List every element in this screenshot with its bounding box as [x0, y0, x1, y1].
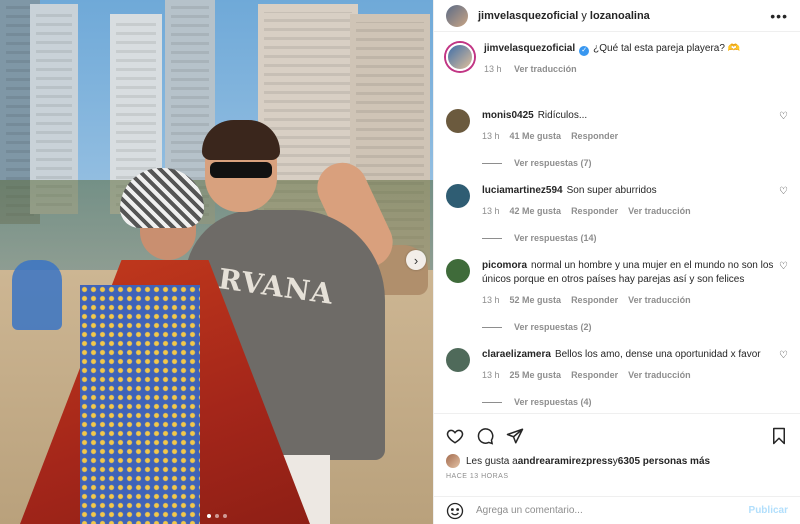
heart-icon[interactable] — [446, 427, 464, 445]
post-actions: Les gusta a andrearamirezpress y 6305 pe… — [434, 413, 800, 523]
post-header: jimvelasquezoficial y lozanoalina ••• — [434, 0, 800, 32]
replies-divider — [482, 237, 502, 239]
comment-text: Bellos los amo, dense una oportunidad x … — [554, 349, 761, 360]
chevron-right-icon: › — [413, 252, 419, 268]
replies-divider — [482, 401, 502, 403]
reply-button[interactable]: Responder — [571, 295, 618, 305]
translate-link[interactable]: Ver traducción — [628, 370, 691, 380]
comment-time: 13 h — [482, 370, 500, 380]
likes-count-link[interactable]: 6305 personas más — [618, 456, 710, 467]
woman-dress — [80, 285, 200, 524]
carousel-dots — [0, 514, 433, 518]
replies-divider — [482, 326, 502, 328]
carousel-dot — [206, 514, 211, 518]
author-username[interactable]: jimvelasquezoficial — [478, 10, 578, 22]
comment-like-heart-icon[interactable]: ♡ — [779, 111, 788, 122]
likes-summary: Les gusta a andrearamirezpress y 6305 pe… — [434, 448, 800, 468]
view-replies-button[interactable]: Ver respuestas (4) — [482, 395, 788, 409]
view-replies-label: Ver respuestas (2) — [514, 322, 592, 332]
replies-divider — [482, 162, 502, 164]
comment-like-heart-icon[interactable]: ♡ — [779, 350, 788, 361]
translate-link[interactable]: Ver traducción — [628, 206, 691, 216]
comment-username[interactable]: monis0425 — [482, 110, 534, 121]
translate-link[interactable]: Ver traducción — [628, 295, 691, 305]
comment-input[interactable] — [476, 505, 749, 516]
comment-likes[interactable]: 25 Me gusta — [510, 370, 562, 380]
comment-likes[interactable]: 52 Me gusta — [510, 295, 562, 305]
more-options-icon[interactable]: ••• — [770, 8, 788, 24]
comment-icon[interactable] — [476, 427, 494, 445]
caption-avatar[interactable] — [446, 43, 474, 71]
verified-badge-icon: ✓ — [579, 46, 590, 56]
liker-avatar[interactable] — [446, 454, 460, 468]
caption-username[interactable]: jimvelasquezoficial — [484, 43, 575, 54]
view-replies-button[interactable]: Ver respuestas (7) — [482, 156, 788, 170]
comment-like-heart-icon[interactable]: ♡ — [779, 261, 788, 272]
post-photo[interactable]: RVANA › — [0, 0, 433, 524]
comments-list[interactable]: jimvelasquezoficial ✓ ¿Qué tal esta pareja… — [434, 33, 800, 413]
comment-text: Son super aburridos — [566, 185, 657, 196]
commenter-avatar[interactable] — [446, 109, 470, 133]
bookmark-icon[interactable] — [770, 427, 788, 445]
comment-item: picomora normal un hombre y una mujer en … — [446, 255, 788, 334]
post-authors: jimvelasquezoficial y lozanoalina — [478, 10, 770, 22]
comment-username[interactable]: picomora — [482, 260, 527, 271]
view-replies-button[interactable]: Ver respuestas (2) — [482, 320, 788, 334]
comment-item: luciamartinez594 Son super aburridos 13 h 4… — [446, 180, 788, 245]
liker-username[interactable]: andrearamirezpress — [518, 456, 613, 467]
comment-time: 13 h — [482, 131, 500, 141]
view-replies-label: Ver respuestas (14) — [514, 233, 597, 243]
collab-username[interactable]: lozanoalina — [590, 10, 650, 22]
comment-item: claraelizamera Bellos los amo, dense una … — [446, 344, 788, 409]
post-caption: jimvelasquezoficial ✓ ¿Qué tal esta pareja… — [446, 33, 788, 105]
caption-translate-link[interactable]: Ver traducción — [514, 64, 577, 74]
carousel-dot — [222, 514, 227, 518]
emoji-icon[interactable] — [446, 502, 464, 520]
post-date: HACE 13 HORAS — [446, 473, 509, 480]
authors-connector: y — [578, 9, 590, 22]
comment-likes[interactable]: 41 Me gusta — [510, 131, 562, 141]
post-side-panel: jimvelasquezoficial y lozanoalina ••• ji… — [433, 0, 800, 524]
comment-text: Ridículos... — [537, 110, 588, 121]
post-viewer: RVANA › jimvelasquezoficial y lozanoalin… — [0, 0, 800, 524]
sunglasses — [210, 162, 272, 178]
post-comment-button[interactable]: Publicar — [749, 505, 788, 516]
author-avatar[interactable] — [446, 4, 468, 27]
comment-time: 13 h — [482, 206, 500, 216]
comment-username[interactable]: luciamartinez594 — [482, 185, 563, 196]
view-replies-label: Ver respuestas (7) — [514, 158, 592, 168]
view-replies-button[interactable]: Ver respuestas (14) — [482, 231, 788, 245]
comment-like-heart-icon[interactable]: ♡ — [779, 186, 788, 197]
reply-button[interactable]: Responder — [571, 206, 618, 216]
comment-time: 13 h — [482, 295, 500, 305]
caption-time: 13 h — [484, 64, 502, 74]
commenter-avatar[interactable] — [446, 348, 470, 372]
comment-item: monis0425 Ridículos... 13 h 41 Me gusta Resp… — [446, 105, 788, 170]
carousel-dot — [214, 514, 219, 518]
share-icon[interactable] — [506, 427, 524, 445]
next-photo-button[interactable]: › — [406, 250, 426, 270]
caption-text: ¿Qué tal esta pareja playera? 🫶 — [593, 43, 741, 54]
reply-button[interactable]: Responder — [571, 370, 618, 380]
comment-likes[interactable]: 42 Me gusta — [510, 206, 562, 216]
action-bar — [434, 414, 800, 448]
view-replies-label: Ver respuestas (4) — [514, 397, 592, 407]
likes-prefix: Les gusta a — [466, 455, 518, 467]
commenter-avatar[interactable] — [446, 184, 470, 208]
comment-username[interactable]: claraelizamera — [482, 349, 551, 360]
commenter-avatar[interactable] — [446, 259, 470, 283]
reply-button[interactable]: Responder — [571, 131, 618, 141]
background-person — [12, 260, 62, 330]
add-comment-bar: Publicar — [434, 496, 800, 524]
